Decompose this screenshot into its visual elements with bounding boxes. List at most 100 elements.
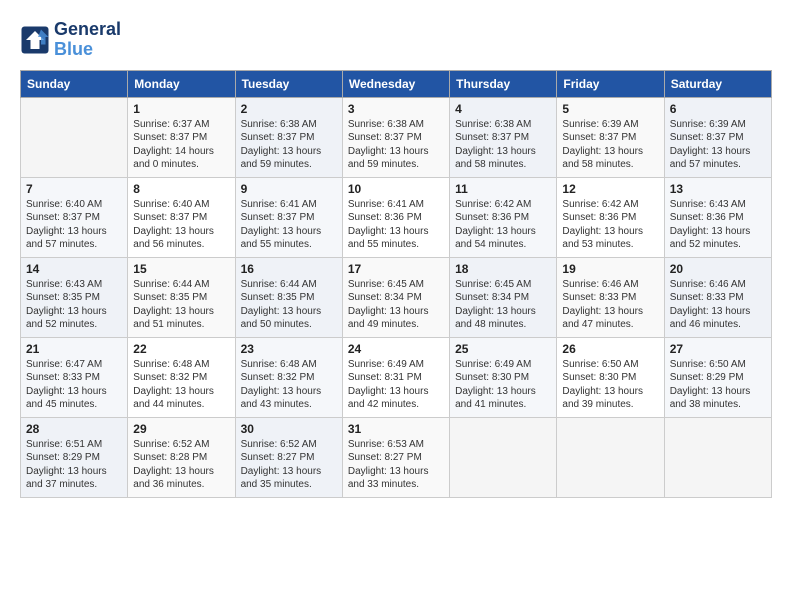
calendar-cell: 14Sunrise: 6:43 AM Sunset: 8:35 PM Dayli… — [21, 257, 128, 337]
day-info: Sunrise: 6:52 AM Sunset: 8:28 PM Dayligh… — [133, 438, 229, 492]
day-number: 29 — [133, 422, 229, 436]
calendar-cell: 3 Sunrise: 6:38 AM Sunset: 8:37 PM Daylig… — [342, 97, 449, 177]
day-info: Sunrise: 6:39 AM Sunset: 8:37 PM Dayligh… — [670, 118, 766, 172]
day-info: Sunrise: 6:37 AM Sunset: 8:37 PM Dayligh… — [133, 118, 229, 172]
calendar-cell: 30 Sunrise: 6:52 AM Sunset: 8:27 PM Dayli… — [235, 417, 342, 497]
day-info: Sunrise: 6:45 AM Sunset: 8:34 PM Dayligh… — [455, 278, 551, 332]
calendar-cell: 13 Sunrise: 6:43 AM Sunset: 8:36 PM Dayli… — [664, 177, 771, 257]
day-number: 24 — [348, 342, 444, 356]
day-number: 4 — [455, 102, 551, 116]
day-number: 1 — [133, 102, 229, 116]
calendar-cell: 22 Sunrise: 6:48 AM Sunset: 8:32 PM Dayli… — [128, 337, 235, 417]
day-info: Sunrise: 6:49 AM Sunset: 8:31 PM Dayligh… — [348, 358, 444, 412]
calendar-week-row: 28 Sunrise: 6:51 AM Sunset: 8:29 PM Dayli… — [21, 417, 772, 497]
calendar-week-row: 21Sunrise: 6:47 AM Sunset: 8:33 PM Dayli… — [21, 337, 772, 417]
day-number: 20 — [670, 262, 766, 276]
day-number: 8 — [133, 182, 229, 196]
day-number: 6 — [670, 102, 766, 116]
day-info: Sunrise: 6:41 AM Sunset: 8:36 PM Dayligh… — [348, 198, 444, 252]
day-info: Sunrise: 6:43 AM Sunset: 8:36 PM Dayligh… — [670, 198, 766, 252]
day-number: 19 — [562, 262, 658, 276]
day-number: 21 — [26, 342, 122, 356]
day-number: 9 — [241, 182, 337, 196]
day-info: Sunrise: 6:46 AM Sunset: 8:33 PM Dayligh… — [562, 278, 658, 332]
calendar-cell: 7Sunrise: 6:40 AM Sunset: 8:37 PM Daylig… — [21, 177, 128, 257]
day-number: 28 — [26, 422, 122, 436]
calendar-cell: 15 Sunrise: 6:44 AM Sunset: 8:35 PM Dayli… — [128, 257, 235, 337]
day-info: Sunrise: 6:51 AM Sunset: 8:29 PM Dayligh… — [26, 438, 122, 492]
day-number: 11 — [455, 182, 551, 196]
day-number: 18 — [455, 262, 551, 276]
day-number: 16 — [241, 262, 337, 276]
calendar-cell: 19 Sunrise: 6:46 AM Sunset: 8:33 PM Dayli… — [557, 257, 664, 337]
calendar-table: SundayMondayTuesdayWednesdayThursdayFrid… — [20, 70, 772, 498]
day-info: Sunrise: 6:50 AM Sunset: 8:29 PM Dayligh… — [670, 358, 766, 412]
day-info: Sunrise: 6:49 AM Sunset: 8:30 PM Dayligh… — [455, 358, 551, 412]
calendar-cell: 4Sunrise: 6:38 AM Sunset: 8:37 PM Daylig… — [450, 97, 557, 177]
day-info: Sunrise: 6:52 AM Sunset: 8:27 PM Dayligh… — [241, 438, 337, 492]
day-info: Sunrise: 6:43 AM Sunset: 8:35 PM Dayligh… — [26, 278, 122, 332]
calendar-cell: 28 Sunrise: 6:51 AM Sunset: 8:29 PM Dayli… — [21, 417, 128, 497]
day-info: Sunrise: 6:48 AM Sunset: 8:32 PM Dayligh… — [133, 358, 229, 412]
calendar-week-row: 1 Sunrise: 6:37 AM Sunset: 8:37 PM Daylig… — [21, 97, 772, 177]
calendar-week-row: 7Sunrise: 6:40 AM Sunset: 8:37 PM Daylig… — [21, 177, 772, 257]
day-info: Sunrise: 6:44 AM Sunset: 8:35 PM Dayligh… — [241, 278, 337, 332]
calendar-cell: 2Sunrise: 6:38 AM Sunset: 8:37 PM Daylig… — [235, 97, 342, 177]
day-info: Sunrise: 6:44 AM Sunset: 8:35 PM Dayligh… — [133, 278, 229, 332]
calendar-cell: 10 Sunrise: 6:41 AM Sunset: 8:36 PM Dayli… — [342, 177, 449, 257]
calendar-cell: 23 Sunrise: 6:48 AM Sunset: 8:32 PM Dayli… — [235, 337, 342, 417]
day-info: Sunrise: 6:53 AM Sunset: 8:27 PM Dayligh… — [348, 438, 444, 492]
day-number: 3 — [348, 102, 444, 116]
calendar-header-row: SundayMondayTuesdayWednesdayThursdayFrid… — [21, 70, 772, 97]
day-info: Sunrise: 6:45 AM Sunset: 8:34 PM Dayligh… — [348, 278, 444, 332]
header-saturday: Saturday — [664, 70, 771, 97]
calendar-cell — [450, 417, 557, 497]
header-wednesday: Wednesday — [342, 70, 449, 97]
calendar-cell: 26Sunrise: 6:50 AM Sunset: 8:30 PM Dayli… — [557, 337, 664, 417]
day-info: Sunrise: 6:39 AM Sunset: 8:37 PM Dayligh… — [562, 118, 658, 172]
day-number: 22 — [133, 342, 229, 356]
header-friday: Friday — [557, 70, 664, 97]
header-sunday: Sunday — [21, 70, 128, 97]
day-info: Sunrise: 6:40 AM Sunset: 8:37 PM Dayligh… — [26, 198, 122, 252]
page-header: General Blue — [20, 20, 772, 60]
calendar-cell — [21, 97, 128, 177]
day-number: 13 — [670, 182, 766, 196]
day-number: 10 — [348, 182, 444, 196]
calendar-cell — [664, 417, 771, 497]
calendar-cell: 6 Sunrise: 6:39 AM Sunset: 8:37 PM Daylig… — [664, 97, 771, 177]
day-info: Sunrise: 6:41 AM Sunset: 8:37 PM Dayligh… — [241, 198, 337, 252]
day-info: Sunrise: 6:48 AM Sunset: 8:32 PM Dayligh… — [241, 358, 337, 412]
day-info: Sunrise: 6:38 AM Sunset: 8:37 PM Dayligh… — [348, 118, 444, 172]
calendar-cell: 16 Sunrise: 6:44 AM Sunset: 8:35 PM Dayli… — [235, 257, 342, 337]
day-number: 2 — [241, 102, 337, 116]
day-number: 27 — [670, 342, 766, 356]
header-tuesday: Tuesday — [235, 70, 342, 97]
calendar-cell — [557, 417, 664, 497]
day-number: 25 — [455, 342, 551, 356]
day-number: 12 — [562, 182, 658, 196]
header-monday: Monday — [128, 70, 235, 97]
calendar-cell: 11 Sunrise: 6:42 AM Sunset: 8:36 PM Dayli… — [450, 177, 557, 257]
logo: General Blue — [20, 20, 121, 60]
header-thursday: Thursday — [450, 70, 557, 97]
logo-icon — [20, 25, 50, 55]
day-number: 31 — [348, 422, 444, 436]
calendar-cell: 24 Sunrise: 6:49 AM Sunset: 8:31 PM Dayli… — [342, 337, 449, 417]
day-number: 23 — [241, 342, 337, 356]
calendar-cell: 21Sunrise: 6:47 AM Sunset: 8:33 PM Dayli… — [21, 337, 128, 417]
day-info: Sunrise: 6:40 AM Sunset: 8:37 PM Dayligh… — [133, 198, 229, 252]
day-number: 5 — [562, 102, 658, 116]
day-number: 26 — [562, 342, 658, 356]
day-info: Sunrise: 6:42 AM Sunset: 8:36 PM Dayligh… — [562, 198, 658, 252]
day-number: 15 — [133, 262, 229, 276]
day-number: 17 — [348, 262, 444, 276]
day-info: Sunrise: 6:42 AM Sunset: 8:36 PM Dayligh… — [455, 198, 551, 252]
calendar-week-row: 14Sunrise: 6:43 AM Sunset: 8:35 PM Dayli… — [21, 257, 772, 337]
calendar-cell: 5 Sunrise: 6:39 AM Sunset: 8:37 PM Daylig… — [557, 97, 664, 177]
day-number: 30 — [241, 422, 337, 436]
calendar-cell: 31 Sunrise: 6:53 AM Sunset: 8:27 PM Dayli… — [342, 417, 449, 497]
calendar-cell: 25 Sunrise: 6:49 AM Sunset: 8:30 PM Dayli… — [450, 337, 557, 417]
calendar-cell: 20Sunrise: 6:46 AM Sunset: 8:33 PM Dayli… — [664, 257, 771, 337]
logo-text: General Blue — [54, 20, 121, 60]
